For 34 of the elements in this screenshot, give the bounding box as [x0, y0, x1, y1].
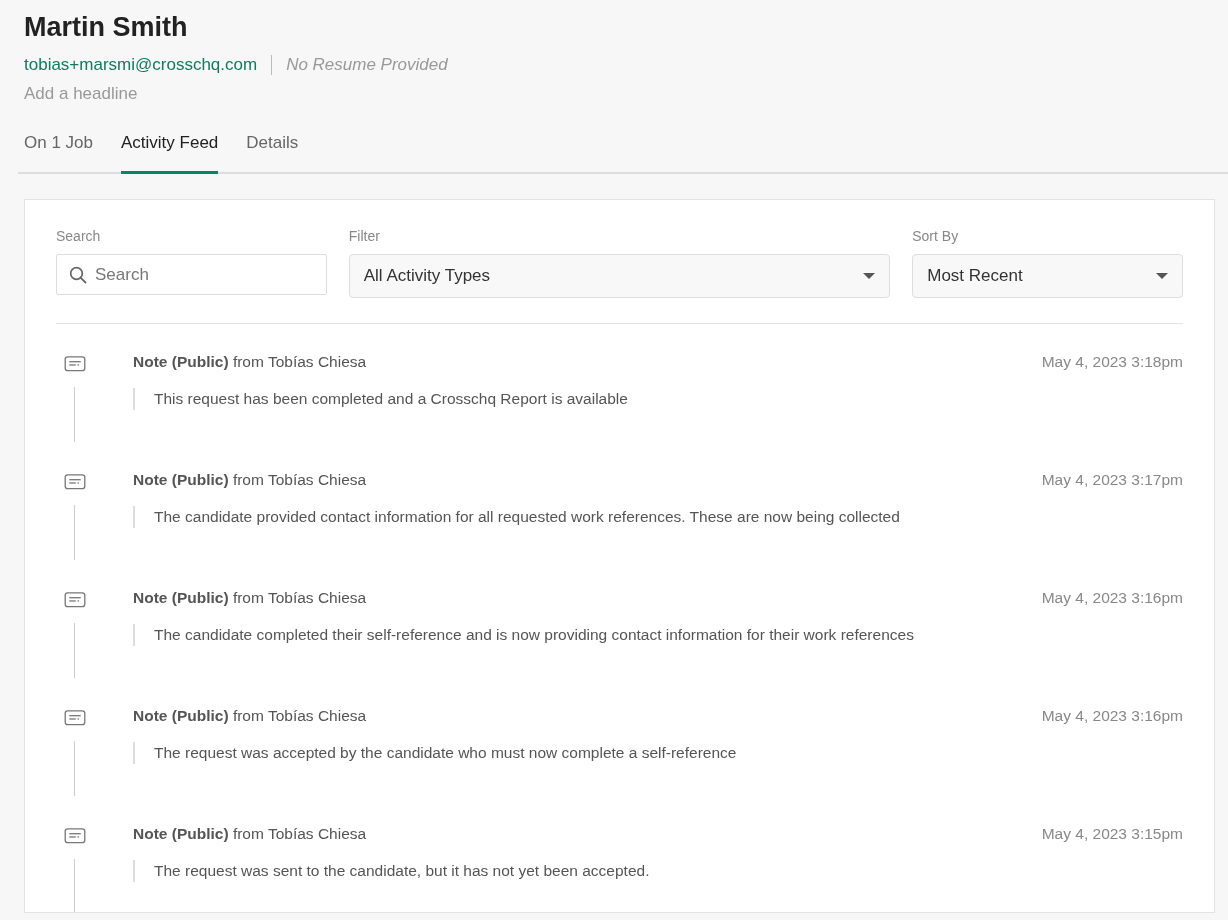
activity-title: Note (Public) from Tobías Chiesa [133, 707, 367, 725]
tab[interactable]: Activity Feed [121, 128, 219, 174]
activity-time: May 4, 2023 3:16pm [1041, 589, 1183, 607]
note-icon [62, 828, 88, 844]
field-label: Search [56, 228, 102, 244]
search-field[interactable]: Search [56, 254, 327, 295]
resume-status: No Resume Provided [285, 55, 448, 75]
activity-text: This request has been completed and a Crosschq Report is available [133, 388, 1183, 410]
activity-title: Note (Public) from Tobías Chiesa [133, 825, 367, 843]
activity-time: May 4, 2023 3:17pm [1041, 471, 1183, 489]
activity-title: Note (Public) from Tobías Chiesa [133, 353, 367, 371]
email-link[interactable]: tobias+marsmi@crosschq.com [24, 55, 273, 75]
activity-text: The candidate completed their self-reference and is now providing contact information for their work references [133, 624, 1183, 646]
activity-title: Note (Public) from Tobías Chiesa [133, 589, 367, 607]
activity-time: May 4, 2023 3:18pm [1041, 353, 1183, 371]
activity-time: May 4, 2023 3:16pm [1041, 707, 1183, 725]
note-icon [62, 356, 88, 372]
activity-time: May 4, 2023 3:15pm [1041, 825, 1183, 843]
caret-icon [863, 273, 876, 279]
note-icon [62, 474, 88, 490]
activity-text: The request was accepted by the candidate who must now complete a self-reference [133, 742, 1183, 764]
filter-dropdown[interactable]: All Activity Types [348, 254, 891, 298]
field-label: Filter [348, 228, 381, 244]
caret-icon [1156, 273, 1168, 279]
activity-text: The candidate provided contact information for all requested work references. These are now being collected [133, 506, 1183, 528]
activity-text: The request was sent to the candidate, but it has not yet been accepted. [133, 860, 1183, 882]
field-label: Sort By [912, 228, 960, 244]
sort-dropdown[interactable]: Most Recent [912, 254, 1183, 298]
candidate-name: Martin Smith [24, 11, 189, 44]
tab[interactable]: Details [246, 128, 299, 174]
activity-title: Note (Public) from Tobías Chiesa [133, 471, 367, 489]
tab[interactable]: On 1 Job [24, 128, 93, 174]
note-icon [62, 710, 88, 726]
note-icon [62, 592, 88, 608]
